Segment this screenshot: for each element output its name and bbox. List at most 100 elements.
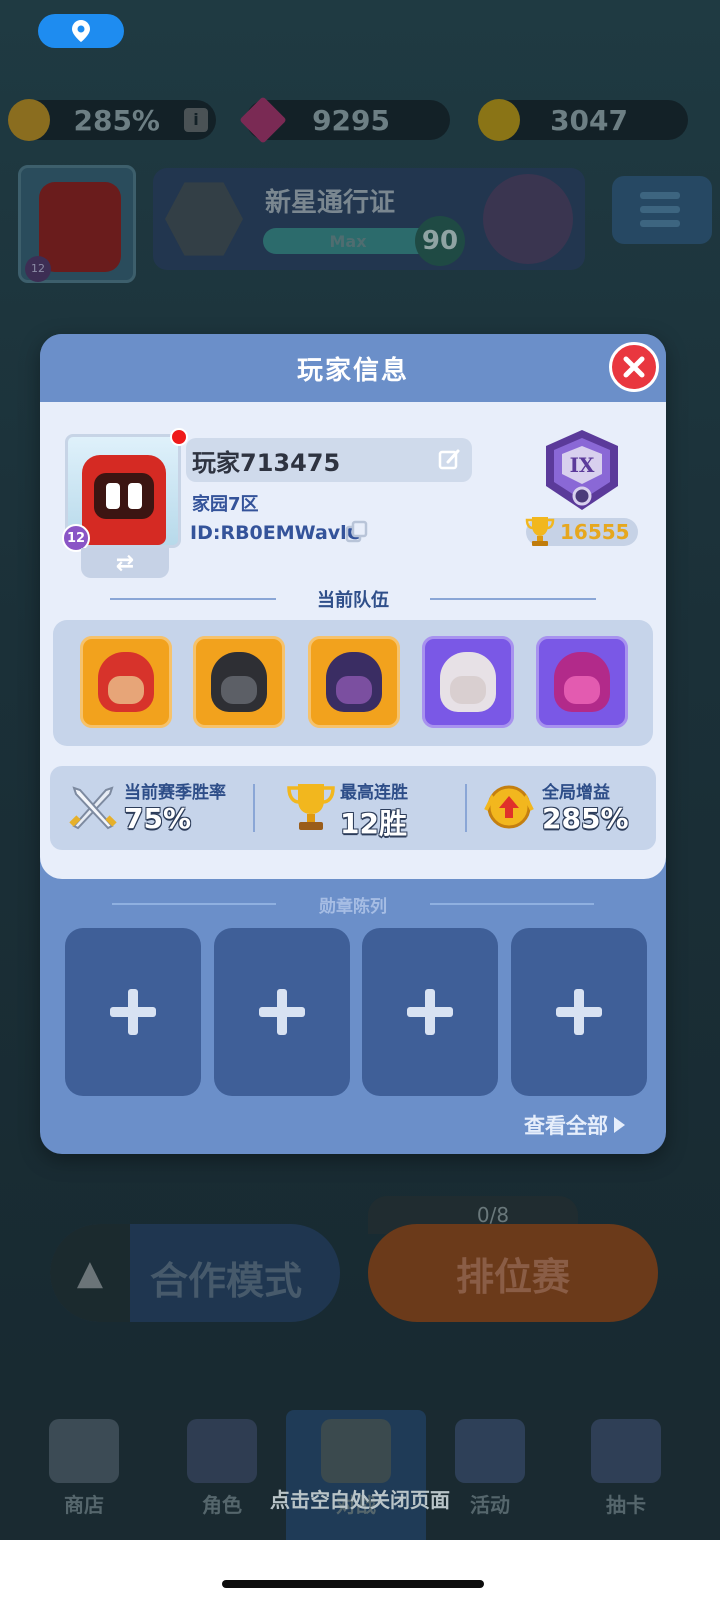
rank-emblem-icon: IX	[546, 430, 618, 510]
battle-pass-card[interactable]: 新星通行证 Max 90	[153, 168, 585, 270]
coop-mode-label: 合作模式	[150, 1259, 303, 1303]
nav-shop[interactable]: 商店	[14, 1410, 154, 1540]
stat-divider	[465, 784, 467, 832]
coins-resource-bar: 3047	[478, 99, 688, 141]
avatar-robot-icon	[39, 182, 121, 272]
hero-face-icon	[221, 676, 257, 704]
medal-slot-3[interactable]	[362, 928, 498, 1096]
hero-card[interactable]	[308, 636, 400, 728]
info-icon[interactable]: i	[184, 108, 208, 132]
system-bar	[0, 1540, 720, 1600]
boost-resource-bar: 285% i	[8, 99, 216, 141]
plus-icon	[110, 989, 156, 1035]
play-arrow-icon	[614, 1117, 625, 1133]
player-name-field[interactable]: 玩家713475	[186, 438, 472, 482]
hero-card[interactable]	[193, 636, 285, 728]
pass-progress-bar: Max	[263, 228, 433, 254]
boost-value: 285%	[73, 103, 160, 137]
copy-icon[interactable]	[345, 520, 369, 544]
trophy-value: 16555	[560, 520, 630, 544]
pass-emblem-icon	[165, 182, 243, 256]
hero-card[interactable]	[422, 636, 514, 728]
rank-tier-text: IX	[570, 453, 595, 477]
boost-label: 全局增益	[542, 783, 610, 803]
close-hint[interactable]: 点击空白处关闭页面	[0, 1484, 720, 1513]
ranked-label: 排位赛	[455, 1254, 570, 1299]
arrow-up-icon[interactable]: ▲	[50, 1224, 130, 1322]
gems-resource-bar: 9295	[239, 96, 450, 144]
team-section-title: 当前队伍	[317, 590, 389, 611]
characters-icon	[187, 1419, 257, 1483]
plus-icon	[259, 989, 305, 1035]
dialog-title: 玩家信息	[296, 355, 409, 386]
trophy-count: 16555	[525, 517, 638, 546]
home-indicator[interactable]	[222, 1580, 484, 1588]
avatar-level-badge: 12	[25, 256, 51, 282]
player-name: 玩家713475	[192, 448, 341, 477]
crown-coin-icon	[8, 99, 50, 141]
win-rate-label: 当前赛季胜率	[124, 783, 226, 803]
stat-streak: 最高连胜 12胜	[260, 766, 460, 850]
medal-divider-left	[112, 903, 276, 905]
menu-icon	[640, 192, 680, 199]
nav-characters[interactable]: 角色	[152, 1410, 292, 1540]
ranked-button[interactable]: 排位赛	[368, 1224, 658, 1322]
coins-value: 3047	[550, 103, 628, 137]
stat-divider	[253, 784, 255, 832]
medal-slot-4[interactable]	[511, 928, 647, 1096]
player-info-dialog: 玩家信息 12 ⇄ 玩家713475 家园7区 ID:RB0EMWavlC IX…	[40, 334, 666, 1154]
player-region: 家园7区	[192, 494, 259, 515]
team-divider-left	[110, 598, 276, 600]
hero-card[interactable]	[536, 636, 628, 728]
notification-dot	[170, 428, 188, 446]
bottom-nav: 商店 角色 对战 活动 抽卡	[0, 1410, 720, 1540]
hero-face-icon	[450, 676, 486, 704]
nav-gacha[interactable]: 抽卡	[556, 1410, 696, 1540]
streak-value: 12胜	[340, 807, 407, 840]
crossed-swords-icon	[69, 786, 117, 830]
plus-icon	[556, 989, 602, 1035]
hero-card[interactable]	[80, 636, 172, 728]
gold-trophy-icon	[287, 784, 335, 830]
close-button[interactable]	[609, 342, 659, 392]
boost-crown-icon	[484, 785, 534, 829]
menu-button[interactable]	[612, 176, 712, 244]
pass-level: 90	[415, 216, 465, 266]
gem-icon	[239, 96, 287, 144]
medal-slot-2[interactable]	[214, 928, 350, 1096]
coop-mode-button[interactable]: ▲ 合作模式	[50, 1224, 340, 1322]
medal-section-title: 勋章陈列	[319, 897, 387, 917]
location-pin-icon	[72, 20, 90, 42]
view-all-link[interactable]: 查看全部	[524, 1110, 625, 1140]
team-divider-right	[430, 598, 596, 600]
stats-panel: 当前赛季胜率 75% 最高连胜 12胜 全局增益 285%	[50, 766, 656, 850]
streak-label: 最高连胜	[340, 783, 408, 803]
view-all-label: 查看全部	[524, 1114, 608, 1138]
shop-icon	[49, 1419, 119, 1483]
pass-title: 新星通行证	[265, 188, 396, 218]
plus-icon	[407, 989, 453, 1035]
close-icon	[623, 356, 645, 378]
nav-battle[interactable]: 对战	[286, 1410, 426, 1540]
stat-boost: 全局增益 285%	[472, 766, 656, 850]
coin-icon	[478, 99, 520, 141]
pass-mascot-icon	[483, 174, 573, 264]
hero-face-icon	[336, 676, 372, 704]
gems-value: 9295	[312, 103, 390, 137]
boost-stat-value: 285%	[542, 802, 629, 835]
medal-slot-1[interactable]	[65, 928, 201, 1096]
current-team	[53, 620, 653, 746]
hero-face-icon	[564, 676, 600, 704]
location-button[interactable]	[38, 14, 124, 48]
edit-icon[interactable]	[438, 448, 462, 472]
pass-bar-label: Max	[329, 231, 367, 251]
profile-avatar-button[interactable]: 12	[18, 165, 136, 283]
dialog-header: 玩家信息	[40, 334, 666, 402]
win-rate-value: 75%	[124, 802, 192, 835]
swap-arrows-icon: ⇄	[115, 550, 135, 576]
swap-avatar-button[interactable]: ⇄	[81, 548, 169, 578]
mystery-card-icon	[591, 1419, 661, 1483]
star-shield-icon	[455, 1419, 525, 1483]
nav-events[interactable]: 活动	[420, 1410, 560, 1540]
medal-divider-right	[430, 903, 594, 905]
